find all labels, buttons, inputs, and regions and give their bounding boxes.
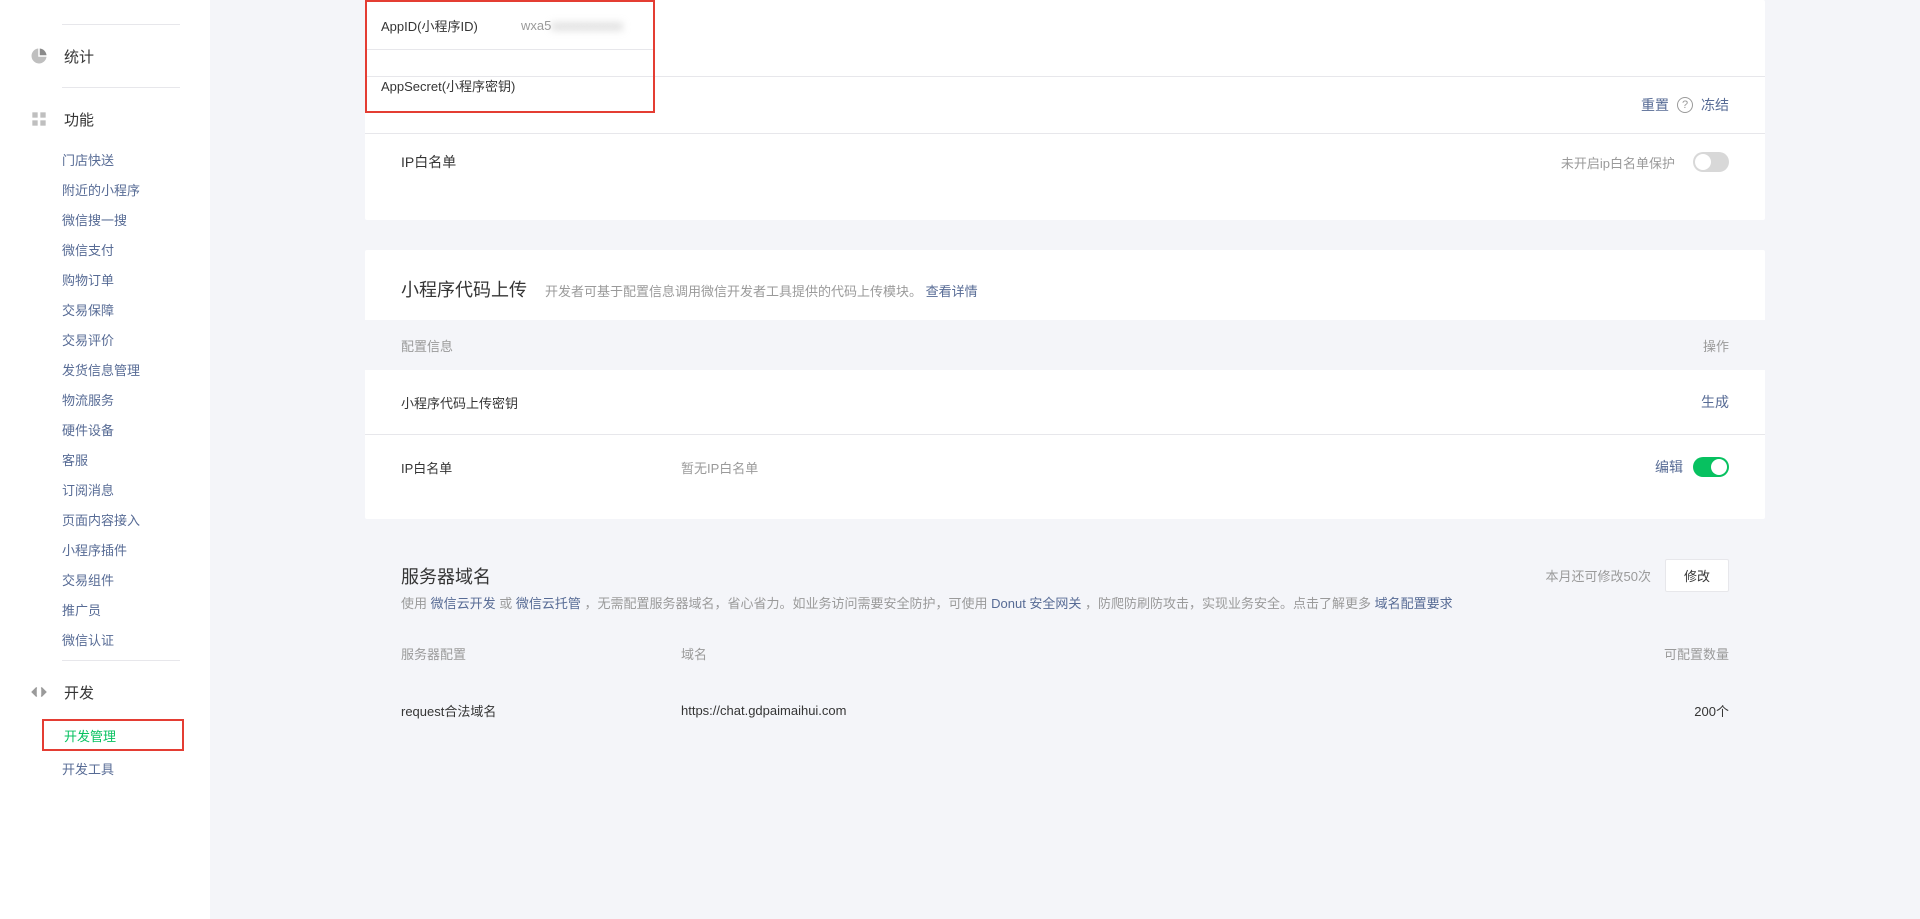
sidebar-group-dev[interactable]: 开发: [0, 667, 210, 717]
domain-desc: 使用 微信云开发 或 微信云托管 ，无需配置服务器域名，省心省力。如业务访问需要…: [401, 592, 1729, 629]
sidebar-item-dev-manage[interactable]: 开发管理: [42, 719, 184, 751]
sidebar-item-hardware[interactable]: 硬件设备: [0, 414, 210, 444]
generate-link[interactable]: 生成: [1701, 394, 1729, 410]
appsecret-label: AppSecret(小程序密钥): [381, 76, 515, 95]
sidebar-item-customer-service[interactable]: 客服: [0, 444, 210, 474]
edit-link[interactable]: 编辑: [1655, 457, 1683, 477]
divider: [62, 660, 180, 661]
upload-title: 小程序代码上传: [401, 276, 527, 302]
sidebar-item-trade-components[interactable]: 交易组件: [0, 564, 210, 594]
sidebar-item-logistics[interactable]: 物流服务: [0, 384, 210, 414]
code-upload-card: 小程序代码上传 开发者可基于配置信息调用微信开发者工具提供的代码上传模块。 查看…: [365, 250, 1765, 519]
domain-th-domain: 域名: [681, 644, 1609, 663]
domain-row-label: request合法域名: [401, 701, 681, 720]
sidebar-item-header-collapsed[interactable]: [0, 4, 210, 18]
grid-icon: [30, 110, 48, 128]
domain-th-count: 可配置数量: [1609, 644, 1729, 663]
divider: [62, 87, 180, 88]
link-cloud-host[interactable]: 微信云托管: [516, 596, 581, 611]
sidebar-item-wechat-verify[interactable]: 微信认证: [0, 624, 210, 654]
modify-button[interactable]: 修改: [1665, 559, 1729, 592]
sidebar-group-features[interactable]: 功能: [0, 94, 210, 144]
sidebar-item-nearby-miniprogram[interactable]: 附近的小程序: [0, 174, 210, 204]
sidebar-item-store-delivery[interactable]: 门店快送: [0, 144, 210, 174]
appid-value: wxa5xxxxxxxxxxx: [521, 18, 639, 33]
pie-chart-icon: [30, 47, 48, 65]
credentials-card: AppID(小程序ID) wxa5xxxxxxxxxxx AppSecret(小…: [365, 0, 1765, 220]
sidebar-group-label: 开发: [64, 682, 94, 703]
upload-ip-toggle[interactable]: [1693, 457, 1729, 477]
sidebar-group-label: 功能: [64, 109, 94, 130]
domain-row-value: https://chat.gdpaimaihui.com: [681, 703, 1609, 718]
appid-label: AppID(小程序ID): [381, 16, 521, 35]
sidebar-item-promoter[interactable]: 推广员: [0, 594, 210, 624]
domain-row-count: 200个: [1609, 701, 1729, 720]
link-donut-gateway[interactable]: Donut 安全网关: [991, 596, 1081, 611]
upload-ip-value: 暂无IP白名单: [681, 458, 1609, 477]
upload-key-label: 小程序代码上传密钥: [401, 393, 681, 412]
view-details-link[interactable]: 查看详情: [926, 284, 978, 299]
domain-remain: 本月还可修改50次: [1546, 566, 1651, 585]
sidebar-item-wechat-search[interactable]: 微信搜一搜: [0, 204, 210, 234]
sidebar-item-dev-tools[interactable]: 开发工具: [0, 753, 210, 783]
link-domain-requirements[interactable]: 域名配置要求: [1375, 596, 1453, 611]
sidebar-group-label: 统计: [64, 46, 94, 67]
help-icon[interactable]: ?: [1677, 97, 1693, 113]
sidebar-group-stats[interactable]: 统计: [0, 31, 210, 81]
sidebar-item-wechat-pay[interactable]: 微信支付: [0, 234, 210, 264]
sidebar-item-shipping-info[interactable]: 发货信息管理: [0, 354, 210, 384]
upload-desc: 开发者可基于配置信息调用微信开发者工具提供的代码上传模块。 查看详情: [545, 281, 978, 300]
server-domain-card: 服务器域名 本月还可修改50次 修改 使用 微信云开发 或 微信云托管 ，无需配…: [365, 549, 1765, 742]
sidebar-item-page-content[interactable]: 页面内容接入: [0, 504, 210, 534]
main-content: AppID(小程序ID) wxa5xxxxxxxxxxx AppSecret(小…: [210, 0, 1920, 919]
upload-ip-label: IP白名单: [401, 458, 681, 477]
sidebar-item-plugin[interactable]: 小程序插件: [0, 534, 210, 564]
link-cloud-dev[interactable]: 微信云开发: [431, 596, 496, 611]
divider: [62, 24, 180, 25]
domain-title: 服务器域名: [401, 553, 491, 589]
ip-whitelist-note: 未开启ip白名单保护: [1561, 153, 1675, 172]
domain-th-config: 服务器配置: [401, 644, 681, 663]
upload-th-config: 配置信息: [401, 336, 681, 355]
sidebar-item-shopping-orders[interactable]: 购物订单: [0, 264, 210, 294]
code-icon: [30, 683, 48, 701]
upload-th-action: 操作: [1609, 336, 1729, 355]
sidebar-item-trade-review[interactable]: 交易评价: [0, 324, 210, 354]
sidebar-item-subscribe-messages[interactable]: 订阅消息: [0, 474, 210, 504]
ip-whitelist-toggle[interactable]: [1693, 152, 1729, 172]
sidebar: 统计 功能 门店快送 附近的小程序 微信搜一搜 微信支付 购物订单 交易保障 交…: [0, 0, 210, 919]
sidebar-item-trade-guarantee[interactable]: 交易保障: [0, 294, 210, 324]
ip-whitelist-label: IP白名单: [401, 152, 541, 172]
freeze-link[interactable]: 冻结: [1701, 95, 1729, 115]
reset-link[interactable]: 重置: [1641, 95, 1669, 115]
